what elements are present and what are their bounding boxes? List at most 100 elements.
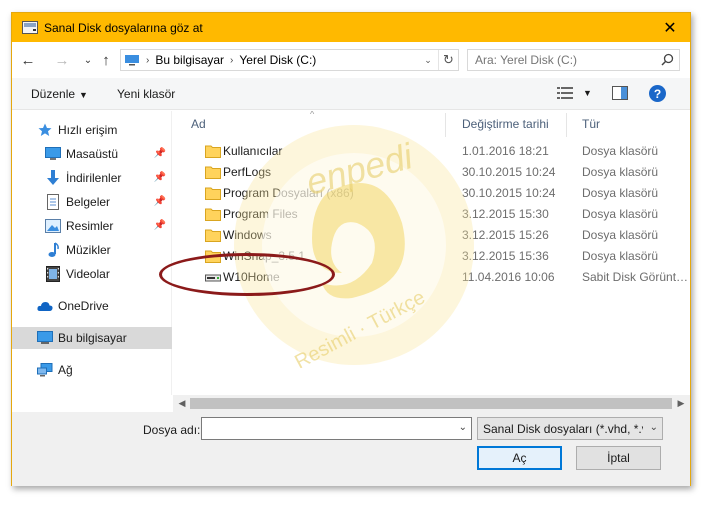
file-row[interactable]: Program Files 3.12.2015 15:30 Dosya klas… — [173, 204, 690, 225]
view-details-icon[interactable] — [557, 86, 575, 103]
disk-drive-icon — [22, 21, 38, 35]
sidebar-item-quick-access[interactable]: Hızlı erişim — [12, 119, 172, 141]
file-name: Windows — [223, 228, 272, 242]
scrollbar-thumb[interactable] — [190, 398, 672, 409]
sidebar-item-network[interactable]: Ağ — [12, 359, 172, 381]
file-row[interactable]: Program Dosyaları (x86) 30.10.2015 10:24… — [173, 183, 690, 204]
file-type: Dosya klasörü — [582, 249, 659, 263]
file-date: 3.12.2015 15:30 — [462, 207, 549, 221]
refresh-icon[interactable]: ↻ — [438, 50, 458, 70]
breadcrumb-this-pc[interactable]: Bu bilgisayar — [155, 53, 224, 67]
file-name: WinSnap_3.5.1 — [223, 249, 306, 263]
breadcrumb-local-disk[interactable]: Yerel Disk (C:) — [239, 53, 316, 67]
recent-locations-chevron-icon[interactable]: ⌄ — [78, 50, 98, 70]
folder-icon — [205, 249, 221, 263]
file-row[interactable]: WinSnap_3.5.1 3.12.2015 15:36 Dosya klas… — [173, 246, 690, 267]
file-name: Kullanıcılar — [223, 144, 283, 158]
pin-icon[interactable]: 📌 — [154, 196, 166, 207]
folder-icon — [205, 144, 221, 158]
file-list: ^ Ad Değiştirme tarihi Tür Kullanıcılar … — [173, 111, 690, 395]
video-icon — [45, 266, 61, 282]
pin-icon[interactable]: 📌 — [154, 220, 166, 231]
column-divider[interactable] — [566, 113, 567, 137]
cancel-button[interactable]: İptal — [576, 446, 661, 470]
file-row[interactable]: W10Home 11.04.2016 10:06 Sabit Disk Görü… — [173, 267, 690, 288]
computer-icon — [124, 54, 140, 66]
file-date: 30.10.2015 10:24 — [462, 165, 556, 179]
search-box[interactable] — [467, 49, 680, 71]
organize-button[interactable]: Düzenle ▼ — [31, 87, 88, 101]
sidebar-item-videos[interactable]: Videolar — [12, 263, 172, 285]
up-arrow-icon[interactable]: ↑ — [96, 50, 116, 70]
filetype-value: Sanal Disk dosyaları (*.vhd, *.vhd — [483, 421, 643, 436]
file-type: Dosya klasörü — [582, 144, 659, 158]
disk-image-icon — [205, 270, 221, 284]
breadcrumb-separator-icon: › — [146, 54, 150, 66]
file-row[interactable]: PerfLogs 30.10.2015 10:24 Dosya klasörü — [173, 162, 690, 183]
address-bar-row: ← → ⌄ ↑ › Bu bilgisayar › Yerel Disk (C:… — [12, 42, 690, 78]
column-divider[interactable] — [445, 113, 446, 137]
sidebar-item-music[interactable]: Müzikler — [12, 239, 172, 261]
sidebar-item-downloads[interactable]: İndirilenler 📌 — [12, 167, 172, 189]
organize-label: Düzenle — [31, 87, 76, 101]
file-date: 30.10.2015 10:24 — [462, 186, 556, 200]
scroll-right-icon[interactable]: ▶ — [674, 397, 688, 410]
sidebar-item-pictures[interactable]: Resimler 📌 — [12, 215, 172, 237]
horizontal-scrollbar[interactable]: ◀ ▶ — [173, 395, 690, 412]
sort-ascending-icon: ^ — [310, 111, 315, 119]
view-options-caret-icon[interactable]: ▼ — [583, 88, 592, 98]
caret-down-icon: ▼ — [79, 90, 88, 100]
file-name: PerfLogs — [223, 165, 272, 179]
dialog-footer: Dosya adı: ⌄ Sanal Disk dosyaları (*.vhd… — [12, 412, 690, 486]
column-header-type[interactable]: Tür — [582, 111, 600, 137]
open-button[interactable]: Aç — [477, 446, 562, 470]
help-icon[interactable]: ? — [649, 85, 666, 102]
file-type: Dosya klasörü — [582, 186, 659, 200]
title-bar[interactable]: Sanal Disk dosyalarına göz at ✕ — [12, 13, 690, 42]
download-icon — [45, 170, 61, 186]
file-type: Sabit Disk Görünt… — [582, 270, 689, 284]
file-row[interactable]: Kullanıcılar 1.01.2016 18:21 Dosya klasö… — [173, 141, 690, 162]
preview-pane-icon[interactable] — [612, 86, 628, 103]
desktop-icon — [45, 146, 61, 162]
computer-icon — [37, 330, 53, 346]
file-type: Dosya klasörü — [582, 228, 659, 242]
file-name: Program Dosyaları (x86) — [223, 186, 354, 200]
file-date: 3.12.2015 15:36 — [462, 249, 549, 263]
pictures-icon — [45, 218, 61, 234]
file-type: Dosya klasörü — [582, 165, 659, 179]
sidebar-item-desktop[interactable]: Masaüstü 📌 — [12, 143, 172, 165]
navigation-pane: Hızlı erişim Masaüstü 📌 İndirilenler 📌 B… — [12, 111, 172, 395]
breadcrumb-separator-icon: › — [230, 54, 234, 66]
filename-label: Dosya adı: — [143, 423, 201, 437]
music-icon — [45, 242, 61, 258]
filetype-select[interactable]: Sanal Disk dosyaları (*.vhd, *.vhd ⌄ — [477, 417, 663, 440]
back-arrow-icon[interactable]: ← — [18, 50, 38, 70]
search-icon[interactable] — [661, 53, 674, 69]
documents-icon — [45, 194, 61, 210]
sidebar-item-onedrive[interactable]: OneDrive — [12, 295, 172, 317]
column-header-date[interactable]: Değiştirme tarihi — [462, 111, 549, 137]
forward-arrow-icon[interactable]: → — [52, 50, 72, 70]
address-dropdown-icon[interactable]: ⌄ — [420, 50, 436, 70]
pin-icon[interactable]: 📌 — [154, 148, 166, 159]
pin-icon[interactable]: 📌 — [154, 172, 166, 183]
close-icon[interactable]: ✕ — [650, 13, 690, 42]
search-input[interactable] — [475, 53, 645, 67]
filename-input[interactable] — [202, 418, 450, 439]
chevron-down-icon[interactable]: ⌄ — [650, 422, 658, 433]
sidebar-item-this-pc[interactable]: Bu bilgisayar — [12, 327, 172, 349]
address-box[interactable]: › Bu bilgisayar › Yerel Disk (C:) ⌄ ↻ — [120, 49, 459, 71]
star-icon — [37, 122, 53, 138]
file-date: 1.01.2016 18:21 — [462, 144, 549, 158]
file-row[interactable]: Windows 3.12.2015 15:26 Dosya klasörü — [173, 225, 690, 246]
folder-icon — [205, 186, 221, 200]
file-name: W10Home — [223, 270, 280, 284]
chevron-down-icon[interactable]: ⌄ — [459, 422, 467, 433]
scroll-left-icon[interactable]: ◀ — [175, 397, 189, 410]
column-header-name[interactable]: Ad — [191, 111, 206, 137]
filename-combobox[interactable]: ⌄ — [201, 417, 472, 440]
sidebar-item-documents[interactable]: Belgeler 📌 — [12, 191, 172, 213]
new-folder-button[interactable]: Yeni klasör — [117, 87, 175, 101]
folder-icon — [205, 228, 221, 242]
